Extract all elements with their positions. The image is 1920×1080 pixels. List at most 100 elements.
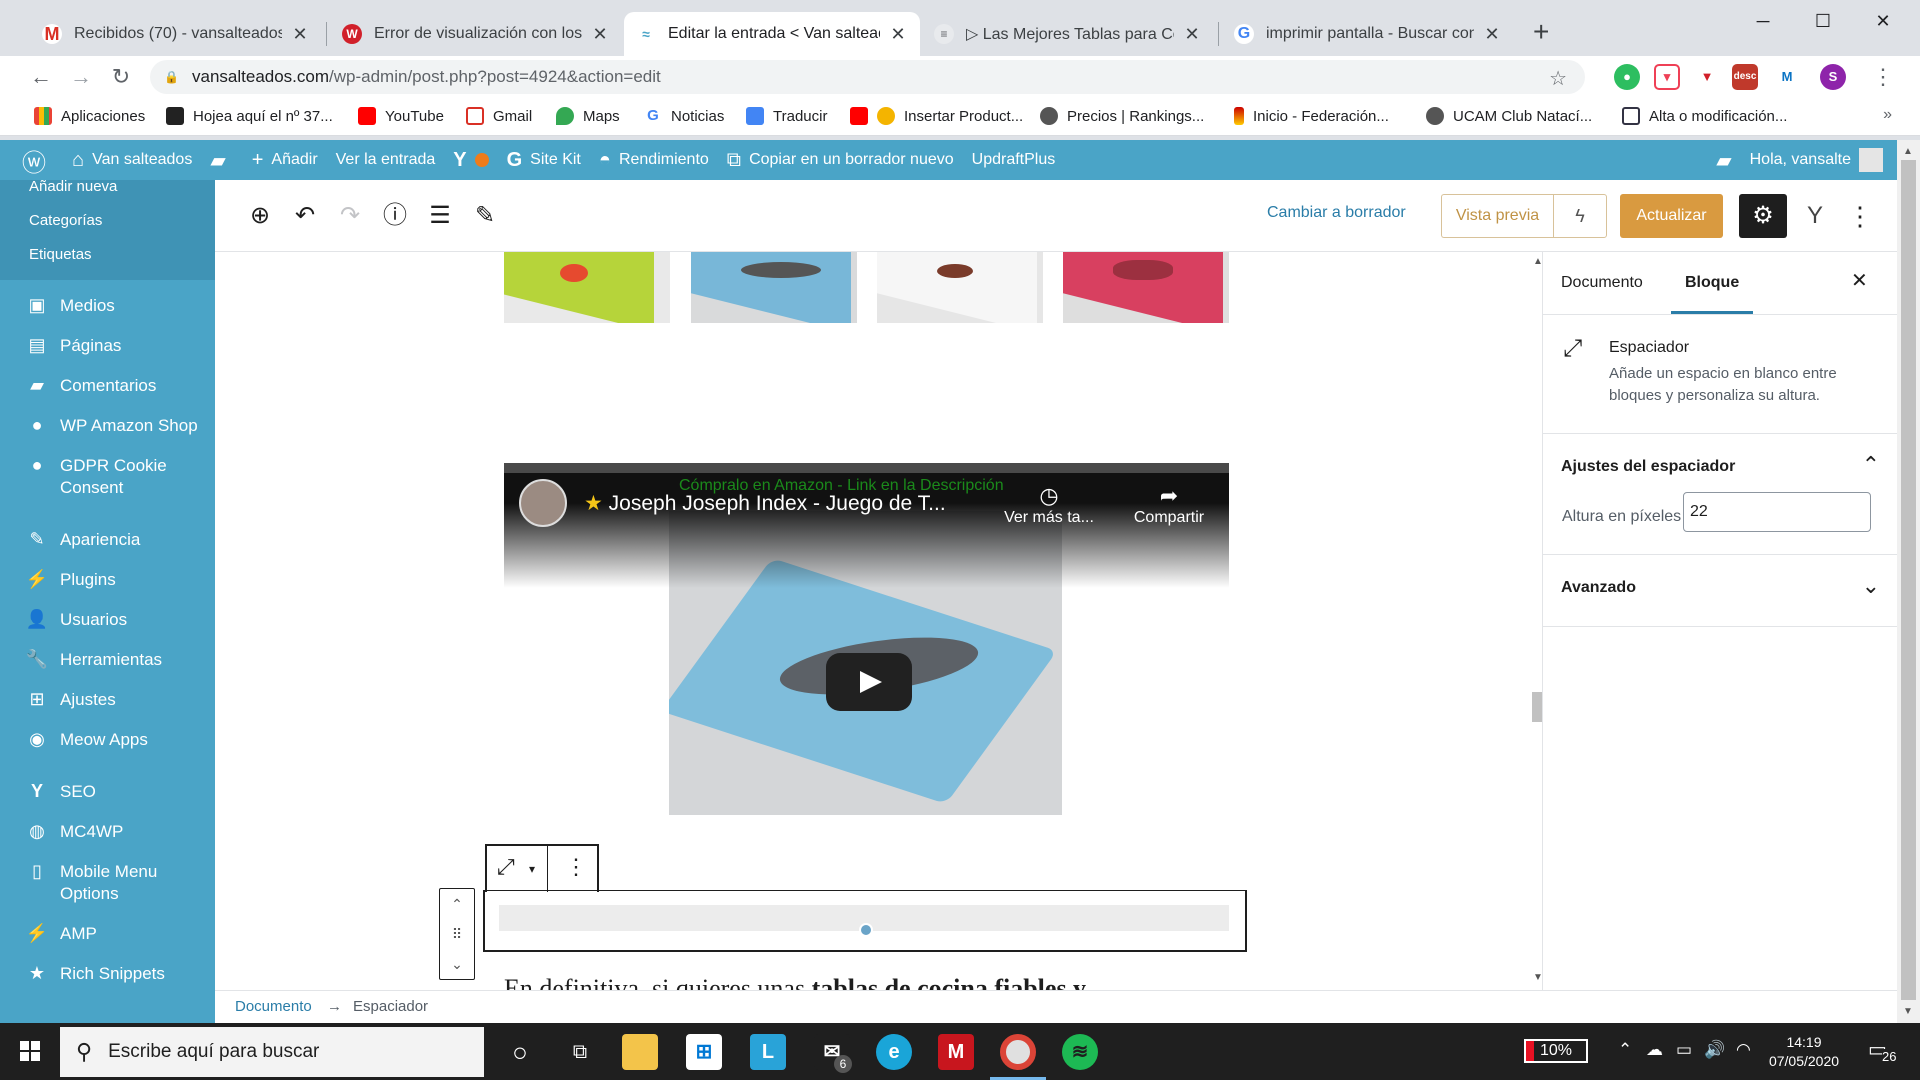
wifi-icon[interactable]: ◠ <box>1736 1040 1751 1060</box>
chevron-down-icon[interactable]: ▾ <box>529 862 535 876</box>
bookmark-traducir[interactable]: Traducir <box>746 107 827 125</box>
submenu-add-new[interactable]: Añadir nueva <box>0 180 215 204</box>
sidebar-item-pages[interactable]: ▤ Páginas <box>0 326 215 366</box>
tab-block[interactable]: Bloque <box>1671 252 1754 314</box>
admin-bar-account[interactable]: ▰ Hola, vansalte <box>1716 140 1897 180</box>
youtube-embed[interactable]: Cómpralo en Amazon - Link en la Descripc… <box>504 463 1229 815</box>
spacer-block[interactable] <box>483 890 1247 952</box>
mcafee-icon[interactable]: M <box>938 1034 974 1070</box>
spotify-icon[interactable]: ≋ <box>1062 1034 1098 1070</box>
scroll-up-icon[interactable]: ▲ <box>1903 146 1913 157</box>
minimize-icon[interactable]: ─ <box>1740 6 1786 36</box>
windows-start-icon[interactable] <box>8 1029 52 1073</box>
redo-icon[interactable]: ↷ <box>334 200 366 232</box>
paragraph-block[interactable]: En definitiva, si quieres unas tablas de… <box>504 974 1086 990</box>
bookmark-apps[interactable]: Aplicaciones <box>34 107 145 125</box>
amp-preview-icon[interactable]: ϟ <box>1553 194 1607 238</box>
sidebar-item-mobile-menu[interactable]: ▯ Mobile Menu Options <box>0 852 215 914</box>
resize-arrows-icon[interactable]: ⤢ <box>497 854 515 880</box>
bookmark-insertar[interactable]: Insertar Product... <box>850 107 1023 125</box>
bookmark-precios[interactable]: Precios | Rankings... <box>1040 107 1204 125</box>
sidebar-item-appearance[interactable]: ✎ Apariencia <box>0 520 215 560</box>
store-icon[interactable]: ⊞ <box>686 1034 722 1070</box>
admin-bar-site-kit[interactable]: G Site Kit <box>498 140 590 180</box>
brave-icon[interactable]: ▼ <box>1694 64 1720 90</box>
admin-bar-new[interactable]: + Añadir <box>243 140 327 180</box>
spacer-resize-handle[interactable] <box>859 923 873 937</box>
onedrive-icon[interactable]: ☁ <box>1646 1040 1663 1060</box>
sidebar-item-plugins[interactable]: ⚡ Plugins <box>0 560 215 600</box>
spacer-settings-panel[interactable]: Ajustes del espaciador ⌃ <box>1543 434 1898 494</box>
movistar-icon[interactable]: M <box>1774 64 1800 90</box>
bookmark-maps[interactable]: Maps <box>556 107 620 125</box>
sidebar-item-rich-snippets[interactable]: ★ Rich Snippets <box>0 954 215 994</box>
channel-avatar[interactable] <box>519 479 567 527</box>
sidebar-item-amazon-shop[interactable]: ● WP Amazon Shop <box>0 406 215 446</box>
sidebar-item-media[interactable]: ▣ Medios <box>0 286 215 326</box>
list-view-icon[interactable]: ☰ <box>424 200 456 232</box>
battery-indicator[interactable]: 10% <box>1524 1039 1588 1063</box>
power-icon[interactable]: ▭ <box>1676 1040 1692 1060</box>
undo-icon[interactable]: ↶ <box>289 200 321 232</box>
bookmark-youtube[interactable]: YouTube <box>358 107 444 125</box>
tab-editor[interactable]: ≈ Editar la entrada < Van salteados — Wo… <box>624 12 920 56</box>
new-tab-button[interactable]: + <box>1533 18 1549 46</box>
move-down-icon[interactable]: ⌄ <box>440 949 474 979</box>
close-tab-icon[interactable]: ✕ <box>290 24 310 45</box>
admin-bar-performance[interactable]: ◓ Rendimiento <box>590 140 718 180</box>
pocket-icon[interactable]: ▾ <box>1654 64 1680 90</box>
edit-pencil-icon[interactable]: ✎ <box>469 200 501 232</box>
sidebar-item-meow[interactable]: ◉ Meow Apps <box>0 720 215 760</box>
settings-gear-icon[interactable]: ⚙ <box>1739 194 1787 238</box>
sidebar-item-users[interactable]: 👤 Usuarios <box>0 600 215 640</box>
yoast-sidebar-icon[interactable]: Y <box>1797 198 1833 234</box>
preview-button[interactable]: Vista previa <box>1441 194 1553 238</box>
back-icon[interactable]: ← <box>26 62 56 92</box>
chevron-up-icon[interactable]: ⌃ <box>1618 1040 1632 1060</box>
window-scrollbar[interactable]: ▲ ▼ <box>1897 140 1920 1023</box>
tab-google[interactable]: G imprimir pantalla - Buscar con Google … <box>1222 12 1514 56</box>
sidebar-item-tools[interactable]: 🔧 Herramientas <box>0 640 215 680</box>
advanced-panel[interactable]: Avanzado ⌄ <box>1543 555 1898 627</box>
sidebar-item-mc4wp[interactable]: ◍ MC4WP <box>0 812 215 852</box>
add-block-icon[interactable]: ⊕ <box>244 200 276 232</box>
close-icon[interactable]: ✕ <box>1851 268 1868 293</box>
drag-handle-icon[interactable]: ⠿ <box>440 919 474 949</box>
file-explorer-icon[interactable] <box>622 1034 658 1070</box>
sidebar-item-comments[interactable]: ▰ Comentarios <box>0 366 215 406</box>
info-icon[interactable]: ⓘ <box>379 200 411 232</box>
sidebar-item-settings[interactable]: ⊞ Ajustes <box>0 680 215 720</box>
gallery-image[interactable] <box>877 252 1043 323</box>
task-view-icon[interactable]: ⧉ <box>562 1034 598 1070</box>
bookmark-alta[interactable]: Alta o modificación... <box>1622 107 1787 125</box>
close-tab-icon[interactable]: ✕ <box>1182 24 1202 45</box>
l-app-icon[interactable]: L <box>750 1034 786 1070</box>
evernote-icon[interactable]: ● <box>1614 64 1640 90</box>
bookmark-ucam[interactable]: UCAM Club Natací... <box>1426 107 1592 125</box>
admin-bar-comments[interactable]: ▰ <box>201 140 242 180</box>
maximize-icon[interactable]: ☐ <box>1800 6 1846 36</box>
tab-document[interactable]: Documento <box>1561 252 1643 314</box>
admin-bar-copy-draft[interactable]: ⧉ Copiar en un borrador nuevo <box>718 140 963 180</box>
bookmarks-overflow-icon[interactable]: » <box>1883 106 1892 124</box>
sidebar-item-gdpr[interactable]: ● GDPR Cookie Consent <box>0 446 215 508</box>
height-input[interactable] <box>1683 492 1871 532</box>
bookmark-star-icon[interactable]: ☆ <box>1549 66 1567 91</box>
admin-bar-site[interactable]: ⌂ Van salteados <box>63 140 201 180</box>
wp-logo-icon[interactable]: ⓦ <box>0 140 63 180</box>
profile-icon[interactable]: S <box>1820 64 1846 90</box>
bookmark-hojea[interactable]: Hojea aquí el nº 37... <box>166 107 333 125</box>
close-window-icon[interactable]: ✕ <box>1860 6 1906 36</box>
share-button[interactable]: ➦ Compartir <box>1119 483 1219 527</box>
admin-bar-view-post[interactable]: Ver la entrada <box>327 140 445 180</box>
more-options-icon[interactable]: ⋮ <box>1845 198 1875 234</box>
admin-bar-yoast[interactable]: Y <box>444 140 497 180</box>
tab-gmail[interactable]: M Recibidos (70) - vansalteados@gmail.co… <box>30 12 322 56</box>
gallery-image[interactable] <box>691 252 857 323</box>
cortana-icon[interactable]: ○ <box>502 1034 538 1070</box>
close-tab-icon[interactable]: ✕ <box>1482 24 1502 45</box>
chrome-icon[interactable] <box>1000 1034 1036 1070</box>
switch-to-draft-button[interactable]: Cambiar a borrador <box>1267 204 1406 222</box>
gallery-image[interactable] <box>1063 252 1229 323</box>
move-up-icon[interactable]: ⌃ <box>440 889 474 919</box>
